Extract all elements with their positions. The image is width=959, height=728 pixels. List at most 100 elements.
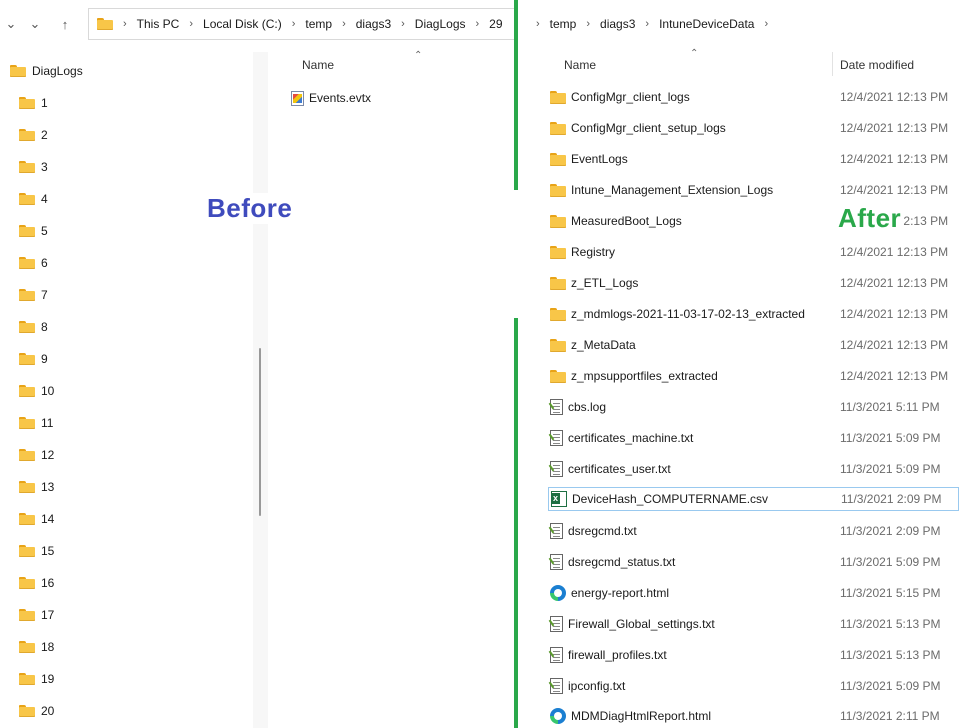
date-modified: 11/3/2021 5:09 PM: [840, 679, 941, 693]
breadcrumb-diags3[interactable]: diags3: [356, 17, 391, 31]
date-modified: 11/3/2021 5:09 PM: [840, 555, 941, 569]
breadcrumb-diaglogs[interactable]: DiagLogs: [415, 17, 466, 31]
tree-item[interactable]: 3: [19, 156, 48, 178]
tree-item[interactable]: 19: [19, 668, 54, 690]
chevron-right-icon: ›: [189, 18, 194, 30]
tree-item-label: 2: [41, 128, 48, 142]
file-row[interactable]: Firewall_Global_settings.txt 11/3/2021 5:…: [548, 612, 959, 636]
date-modified: 12/4/2021 12:13 PM: [840, 276, 949, 290]
date-modified: 12/4/2021 12:13 PM: [840, 152, 949, 166]
file-name: MeasuredBoot_Logs: [571, 214, 682, 228]
after-annotation: After: [836, 203, 904, 234]
tree-item-label: 16: [41, 576, 55, 590]
tree-item-label: 8: [41, 320, 48, 334]
file-row[interactable]: Events.evtx: [291, 88, 371, 108]
file-row[interactable]: z_ETL_Logs 12/4/2021 12:13 PM: [548, 271, 959, 295]
folder-icon: [19, 385, 35, 397]
folder-icon: [19, 449, 35, 461]
breadcrumb-diags3[interactable]: diags3: [600, 17, 635, 31]
chevron-right-icon: ›: [536, 18, 540, 30]
tree-item[interactable]: 14: [19, 508, 54, 530]
folder-icon: [19, 193, 35, 205]
recent-locations-chevron-icon[interactable]: ⌄: [26, 14, 44, 34]
file-name: energy-report.html: [571, 586, 670, 600]
address-bar-right[interactable]: › temp › diags3 › IntuneDeviceData ›: [536, 8, 778, 40]
folder-icon: [19, 609, 35, 621]
file-row[interactable]: Registry 12/4/2021 12:13 PM: [548, 240, 959, 264]
tree-item-label: 7: [41, 288, 48, 302]
file-name: EventLogs: [571, 152, 628, 166]
date-modified: 11/3/2021 2:09 PM: [841, 492, 942, 506]
date-modified: 11/3/2021 5:09 PM: [840, 431, 941, 445]
file-name: Firewall_Global_settings.txt: [568, 617, 715, 631]
sort-ascending-icon: ⌃: [414, 50, 423, 61]
file-row[interactable]: EventLogs 12/4/2021 12:13 PM: [548, 147, 959, 171]
address-bar-left[interactable]: › This PC › Local Disk (C:) › temp › dia…: [88, 8, 518, 40]
tree-item[interactable]: 9: [19, 348, 48, 370]
folder-icon: [550, 89, 566, 105]
file-row[interactable]: cbs.log 11/3/2021 5:11 PM: [548, 395, 959, 419]
file-row[interactable]: MDMDiagHtmlReport.html 11/3/2021 2:11 PM: [548, 704, 959, 728]
file-row[interactable]: energy-report.html 11/3/2021 5:15 PM: [548, 581, 959, 605]
folder-icon: [19, 225, 35, 237]
tree-item[interactable]: 8: [19, 316, 48, 338]
tree-item[interactable]: 20: [19, 700, 54, 722]
column-header-name[interactable]: Name: [564, 58, 596, 72]
file-row[interactable]: z_mdmlogs-2021-11-03-17-02-13_extracted 1…: [548, 302, 959, 326]
column-header-name[interactable]: Name: [302, 58, 334, 72]
divider: [514, 0, 518, 190]
file-row[interactable]: dsregcmd.txt 11/3/2021 2:09 PM: [548, 519, 959, 543]
column-divider[interactable]: [832, 52, 833, 76]
tree-scrollbar[interactable]: [253, 52, 268, 728]
tree-item[interactable]: 15: [19, 540, 54, 562]
file-row[interactable]: certificates_machine.txt 11/3/2021 5:09 P…: [548, 426, 959, 450]
file-row[interactable]: ipconfig.txt 11/3/2021 5:09 PM: [548, 674, 959, 698]
breadcrumb-29[interactable]: 29: [489, 17, 502, 31]
breadcrumb-temp[interactable]: temp: [550, 17, 577, 31]
file-row[interactable]: ConfigMgr_client_setup_logs 12/4/2021 12:…: [548, 116, 959, 140]
tree-item[interactable]: 16: [19, 572, 54, 594]
file-row[interactable]: certificates_user.txt 11/3/2021 5:09 PM: [548, 457, 959, 481]
column-header-date-modified[interactable]: Date modified: [840, 58, 914, 72]
file-row[interactable]: firewall_profiles.txt 11/3/2021 5:13 PM: [548, 643, 959, 667]
folder-icon: [550, 182, 566, 198]
tree-item[interactable]: 2: [19, 124, 48, 146]
file-name: Registry: [571, 245, 616, 259]
breadcrumb-local-disk[interactable]: Local Disk (C:): [203, 17, 282, 31]
up-arrow-icon[interactable]: ↑: [56, 14, 74, 34]
breadcrumb-this-pc[interactable]: This PC: [137, 17, 180, 31]
tree-item-label: 13: [41, 480, 55, 494]
tree-item[interactable]: 6: [19, 252, 48, 274]
tree-item-diaglogs[interactable]: DiagLogs: [10, 60, 83, 82]
date-modified: 12/4/2021 12:13 PM: [840, 369, 949, 383]
file-name: Intune_Management_Extension_Logs: [571, 183, 774, 197]
breadcrumb-temp[interactable]: temp: [305, 17, 332, 31]
tree-item[interactable]: 17: [19, 604, 54, 626]
tree-item[interactable]: 12: [19, 444, 54, 466]
file-name: cbs.log: [568, 400, 607, 414]
tree-item[interactable]: 13: [19, 476, 54, 498]
before-annotation: Before: [205, 193, 295, 224]
date-modified: 12/4/2021 12:13 PM: [840, 121, 949, 135]
file-row-focused[interactable]: DeviceHash_COMPUTERNAME.csv 11/3/2021 2:0…: [548, 487, 959, 511]
folder-icon: [19, 513, 35, 525]
tree-item[interactable]: 4: [19, 188, 48, 210]
scrollbar-thumb[interactable]: [259, 348, 261, 516]
tree-item[interactable]: 1: [19, 92, 48, 114]
tree-item[interactable]: 11: [19, 412, 53, 434]
tree-item[interactable]: 10: [19, 380, 54, 402]
file-row[interactable]: ConfigMgr_client_logs 12/4/2021 12:13 PM: [548, 85, 959, 109]
chevron-right-icon: ›: [401, 18, 405, 30]
file-row[interactable]: Intune_Management_Extension_Logs 12/4/202…: [548, 178, 959, 202]
text-file-icon: [550, 554, 563, 570]
file-row[interactable]: dsregcmd_status.txt 11/3/2021 5:09 PM: [548, 550, 959, 574]
folder-icon: [550, 306, 566, 322]
tree-item[interactable]: 7: [19, 284, 48, 306]
file-row[interactable]: z_MetaData 12/4/2021 12:13 PM: [548, 333, 959, 357]
tree-item[interactable]: 18: [19, 636, 54, 658]
tree-item[interactable]: 5: [19, 220, 48, 242]
text-file-icon: [550, 616, 563, 632]
file-row[interactable]: z_mpsupportfiles_extracted 12/4/2021 12:1…: [548, 364, 959, 388]
breadcrumb-intunedevicedata[interactable]: IntuneDeviceData: [659, 17, 754, 31]
history-chevron-icon[interactable]: ⌄: [2, 14, 20, 34]
